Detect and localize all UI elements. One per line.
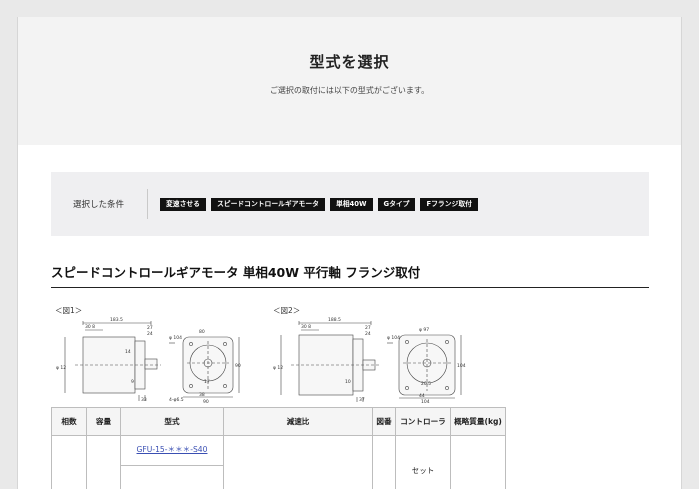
condition-tag-g-type: Gタイプ: [377, 197, 416, 211]
fig1-dim-length: 183.5: [110, 317, 123, 323]
figure-2-front-view: φ 104 φ 97 104 20.5 44 104: [387, 327, 466, 403]
selected-conditions: 選択した条件 変速させる スピードコントロールギアモータ 単相40W Gタイプ …: [51, 172, 649, 236]
col-header-controller: コントローラ: [395, 407, 451, 436]
fig2-dim-length: 188.5: [328, 317, 341, 323]
figure-2-side-view: 188.5 30 8 27 24 10 37 φ 12: [273, 317, 379, 403]
dimension-figures: ＜図1＞ ＜図2＞ 183.5 30 8 27 24 14 9 33 φ 12 …: [51, 303, 649, 403]
fig2-dim-e: 37: [359, 397, 365, 403]
table-header-row: 相数 容量 型式 減速比 図番 コントローラ 概略質量(kg): [51, 407, 506, 436]
cell-figure: [372, 435, 396, 489]
fig1-dim-e: 9: [131, 379, 134, 385]
table-row: GFU-15-＊＊＊-S40 セット: [51, 435, 506, 489]
fig2-dim-c: 24: [365, 331, 371, 337]
col-header-ratio: 減速比: [223, 407, 373, 436]
fig2-dim-pcd: φ 97: [419, 327, 429, 333]
fig2-dim-k: 104: [421, 399, 430, 403]
condition-tag-power: 単相40W: [329, 197, 373, 211]
fig2-dim-j: 44: [419, 393, 425, 399]
figure-2-label: ＜図2＞: [273, 306, 301, 315]
fig2-dim-i: 20.5: [421, 381, 431, 387]
cell-weight: [450, 435, 506, 489]
fig1-dim-f: 33: [141, 397, 147, 403]
fig2-dim-b: 27: [365, 325, 371, 331]
col-header-phase: 相数: [51, 407, 87, 436]
fig1-dim-i: 17: [204, 379, 210, 385]
fig1-dim-b: 27: [147, 325, 153, 331]
col-header-model: 型式: [120, 407, 224, 436]
fig1-dim-holes: 4-φ6.5: [169, 397, 184, 403]
cell-capacity: [86, 435, 121, 489]
page-subtitle: ご選択の取付には以下の型式がございます。: [269, 86, 430, 95]
hero-section: 型式を選択 ご選択の取付には以下の型式がございます。: [18, 17, 681, 145]
fig1-dim-pcd: 80: [199, 329, 205, 335]
cell-model: GFU-15-＊＊＊-S40: [120, 435, 224, 489]
fig1-dim-g: φ 12: [56, 365, 66, 371]
model-cell-divider: [121, 465, 223, 466]
fig1-dim-c: 24: [147, 331, 153, 337]
fig2-dim-a: 30 8: [301, 324, 311, 330]
fig2-dim-g: φ 12: [273, 365, 283, 371]
fig1-dim-a: 30 8: [85, 324, 95, 330]
figure-1-front-view: φ 104 80 90 17 38 90 4-φ6.5: [169, 329, 241, 403]
cell-controller: セット: [395, 435, 451, 489]
condition-tag-speed: 変速させる: [160, 197, 206, 211]
fig2-dim-d: 10: [345, 379, 351, 385]
col-header-weight: 概略質量(kg): [450, 407, 506, 436]
condition-tags: 変速させる スピードコントロールギアモータ 単相40W Gタイプ Fフランジ取付: [160, 197, 478, 211]
cell-ratio: [223, 435, 373, 489]
model-link[interactable]: GFU-15-＊＊＊-S40: [137, 445, 208, 454]
figure-1-side-view: 183.5 30 8 27 24 14 9 33 φ 12: [56, 317, 161, 403]
conditions-divider: [147, 189, 148, 219]
condition-tag-motor-type: スピードコントロールギアモータ: [210, 197, 325, 211]
fig2-dim-shaft: φ 104: [387, 335, 400, 341]
page-frame: 型式を選択 ご選択の取付には以下の型式がございます。 選択した条件 変速させる …: [17, 17, 682, 489]
figure-1-label: ＜図1＞: [55, 306, 83, 315]
page-title: 型式を選択: [309, 53, 390, 71]
fig1-dim-d: 14: [125, 349, 131, 355]
product-section-title: スピードコントロールギアモータ 単相40W 平行軸 フランジ取付: [51, 262, 649, 288]
fig1-dim-k: 90: [203, 399, 209, 403]
cell-phase: [51, 435, 87, 489]
fig2-dim-h: 104: [457, 363, 466, 369]
model-table: 相数 容量 型式 減速比 図番 コントローラ 概略質量(kg) GFU-15-＊…: [51, 407, 506, 489]
col-header-capacity: 容量: [86, 407, 121, 436]
fig1-dim-shaft: φ 104: [169, 335, 182, 341]
condition-tag-flange: Fフランジ取付: [420, 197, 478, 211]
conditions-label: 選択した条件: [73, 200, 125, 210]
fig1-dim-j: 38: [199, 392, 205, 398]
col-header-figure: 図番: [372, 407, 396, 436]
fig1-dim-h: 90: [235, 363, 241, 369]
